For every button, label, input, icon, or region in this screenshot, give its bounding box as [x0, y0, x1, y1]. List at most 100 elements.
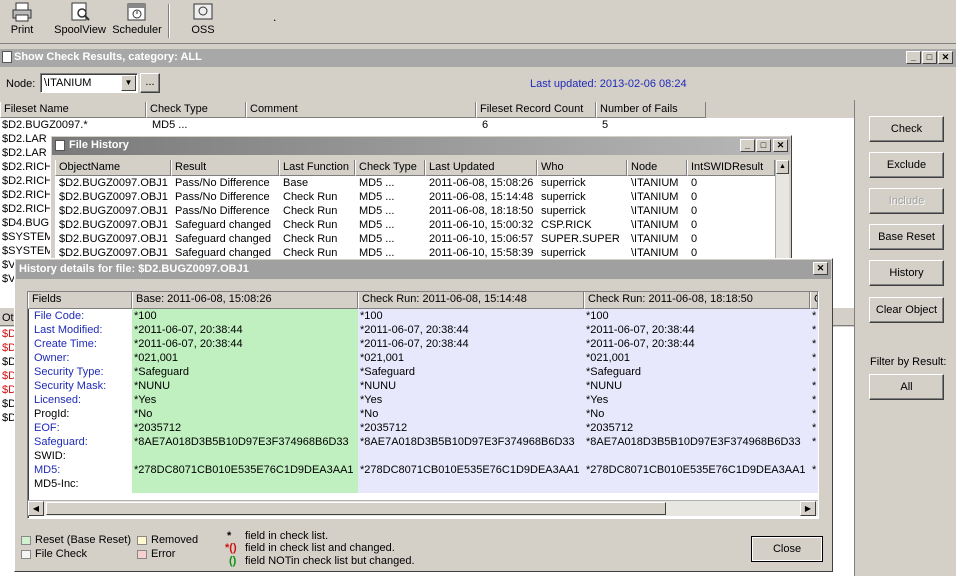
- history-details-dialog: History details for file: $D2.BUGZ0097.O…: [14, 258, 833, 572]
- list-item[interactable]: $SYSTEM: [2, 230, 53, 244]
- oss-label: OSS: [191, 24, 215, 36]
- col-check-type[interactable]: Check Type: [146, 102, 246, 118]
- col-check-type[interactable]: Check Type: [355, 160, 425, 176]
- col-who[interactable]: Who: [537, 160, 627, 176]
- table-row[interactable]: $D2.BUGZ0097.OBJ1 Safeguard changed Check …: [55, 218, 775, 232]
- table-cell: Safeguard changed: [175, 233, 272, 245]
- check-run-1-value: *Yes: [360, 394, 383, 406]
- filter-all-button[interactable]: All: [869, 374, 944, 400]
- oss-button[interactable]: OSS: [186, 2, 220, 42]
- col-last-updated[interactable]: Last Updated: [425, 160, 537, 176]
- table-row[interactable]: $D2.BUGZ0097.OBJ1 Pass/No Difference Check…: [55, 204, 775, 218]
- table-cell: Check Run: [283, 219, 338, 231]
- scroll-left-icon[interactable]: ◀: [28, 501, 44, 516]
- last-updated: Last updated: 2013-02-06 08:24: [530, 78, 687, 90]
- base-reset-button[interactable]: Base Reset: [869, 224, 944, 250]
- legend-error-swatch: [137, 550, 147, 559]
- minimize-icon[interactable]: _: [906, 51, 921, 64]
- check-type: MD5 ...: [152, 119, 188, 131]
- scroll-right-icon[interactable]: ▶: [800, 501, 816, 516]
- table-cell: \ITANIUM: [631, 219, 679, 231]
- scroll-up-icon[interactable]: ▲: [776, 160, 789, 174]
- node-select[interactable]: \ITANIUM ▼: [40, 73, 138, 93]
- window-icon: [55, 140, 65, 151]
- exclude-button[interactable]: Exclude: [869, 152, 944, 178]
- col-result[interactable]: Result: [171, 160, 279, 176]
- node-browse-button[interactable]: ...: [140, 73, 160, 93]
- check-run-1-value: *021,001: [360, 352, 405, 364]
- col-int-swid-result[interactable]: IntSWIDResult: [687, 160, 775, 176]
- number-of-fails: 5: [602, 119, 609, 131]
- main-window-titlebar: Show Check Results, category: ALL _ □ ✕: [0, 49, 956, 67]
- history-button[interactable]: History: [869, 260, 944, 286]
- col-record-count[interactable]: Fileset Record Count: [476, 102, 596, 118]
- table-cell: $D2.BUGZ0097.OBJ1: [59, 219, 168, 231]
- record-count: 6: [482, 119, 489, 131]
- table-cell: 2011-06-08, 15:14:48: [429, 191, 534, 203]
- other-list-label: Ot: [2, 312, 14, 324]
- check-run-1-value: *2035712: [360, 422, 408, 434]
- check-run-2-value: *021,001: [586, 352, 631, 364]
- close-icon[interactable]: ✕: [773, 139, 788, 152]
- close-icon[interactable]: ✕: [813, 262, 828, 275]
- spoolview-button[interactable]: SpoolView: [52, 2, 108, 42]
- base-value: *8AE7A018D3B5B10D97E3F374968B6D33: [134, 436, 349, 448]
- col-base[interactable]: Base: 2011-06-08, 15:08:26: [132, 292, 358, 309]
- check-run-2-value: *NUNU: [586, 380, 623, 392]
- toolbar: Print SpoolView Scheduler OSS .: [0, 0, 956, 44]
- check-button[interactable]: Check: [869, 116, 944, 142]
- col-check-run-2[interactable]: Check Run: 2011-06-08, 18:18:50: [584, 292, 810, 309]
- check-run-2-value: *Yes: [586, 394, 609, 406]
- field-name: Last Modified:: [34, 324, 103, 336]
- legend-star-changed-text: field in check list and changed.: [245, 542, 395, 554]
- list-item[interactable]: $SYSTEM: [2, 244, 53, 258]
- col-check-run-3[interactable]: C: [810, 292, 818, 309]
- print-button[interactable]: Print: [6, 2, 38, 42]
- vertical-scrollbar[interactable]: ▲: [775, 160, 789, 262]
- details-rows: File Code: *100 *100 *100 * Last Modified: *20…: [28, 309, 818, 493]
- list-item[interactable]: $D2.RICH: [2, 202, 52, 216]
- list-item[interactable]: $D2.RICH: [2, 174, 52, 188]
- close-icon[interactable]: ✕: [938, 51, 953, 64]
- horizontal-scrollbar[interactable]: ◀ ▶: [28, 500, 818, 516]
- col-number-of-fails[interactable]: Number of Fails: [596, 102, 706, 118]
- col-comment[interactable]: Comment: [246, 102, 476, 118]
- table-row[interactable]: $D2.BUGZ0097.OBJ1 Safeguard changed Check …: [55, 232, 775, 246]
- legend-reset-swatch: [21, 536, 31, 545]
- col-fileset-name[interactable]: Fileset Name: [0, 102, 146, 118]
- include-button[interactable]: Include: [869, 188, 944, 214]
- scroll-thumb[interactable]: [46, 502, 666, 515]
- maximize-icon[interactable]: □: [756, 139, 771, 152]
- col-node[interactable]: Node: [627, 160, 687, 176]
- base-value: *2011-06-07, 20:38:44: [134, 338, 243, 350]
- check-run-3-value: *: [812, 464, 817, 476]
- maximize-icon[interactable]: □: [922, 51, 937, 64]
- list-item[interactable]: $D2.LAR: [2, 146, 47, 160]
- list-item[interactable]: $D4.BUG: [2, 216, 49, 230]
- node-label: Node:: [6, 78, 36, 90]
- base-value: *2035712: [134, 422, 182, 434]
- col-object-name[interactable]: ObjectName: [55, 160, 171, 176]
- toolbar-dot: .: [273, 10, 277, 24]
- legend-file-check: File Check: [35, 548, 87, 560]
- minimize-icon[interactable]: _: [740, 139, 755, 152]
- spoolview-label: SpoolView: [54, 24, 106, 36]
- list-item[interactable]: $D2.RICH: [2, 160, 52, 174]
- check-run-3-value: *: [812, 310, 817, 322]
- list-item[interactable]: $D2.RICH: [2, 188, 52, 202]
- col-check-run-1[interactable]: Check Run: 2011-06-08, 15:14:48: [358, 292, 584, 309]
- scheduler-button[interactable]: Scheduler: [110, 2, 164, 42]
- close-button[interactable]: Close: [751, 536, 823, 562]
- check-run-2-value: *2011-06-07, 20:38:44: [586, 338, 695, 350]
- list-item[interactable]: $D2.LAR: [2, 132, 47, 146]
- check-run-2-value: *100: [586, 310, 609, 322]
- base-value: *No: [134, 408, 153, 420]
- table-row[interactable]: $D2.BUGZ0097.OBJ1 Pass/No Difference Base M…: [55, 176, 775, 190]
- clear-object-button[interactable]: Clear Object: [869, 297, 944, 323]
- field-name: Owner:: [34, 352, 70, 364]
- col-last-function[interactable]: Last Function: [279, 160, 355, 176]
- col-fields[interactable]: Fields: [28, 292, 132, 309]
- table-row[interactable]: $D2.BUGZ0097.* MD5 ... 6 5: [0, 118, 706, 132]
- table-row[interactable]: $D2.BUGZ0097.OBJ1 Pass/No Difference Check…: [55, 190, 775, 204]
- chevron-down-icon[interactable]: ▼: [121, 75, 136, 91]
